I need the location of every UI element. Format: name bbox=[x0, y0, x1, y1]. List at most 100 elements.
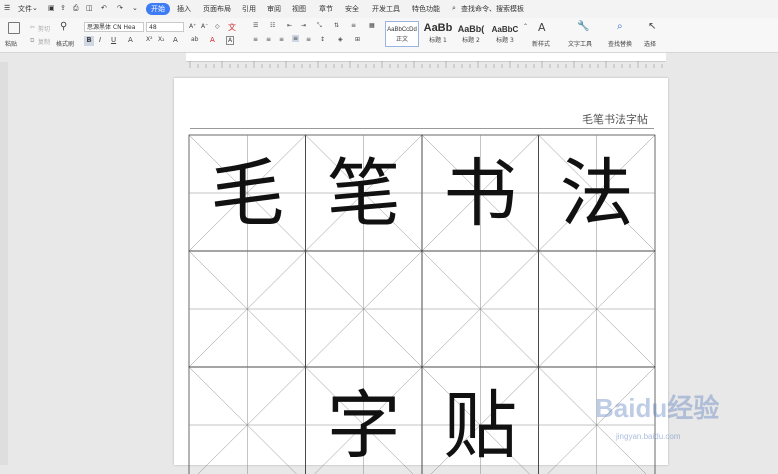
tab-chapter[interactable]: 章节 bbox=[319, 4, 333, 14]
tab-developer[interactable]: 开发工具 bbox=[372, 4, 400, 14]
format-painter-button[interactable]: 格式刷 bbox=[56, 39, 74, 48]
numbered-list-icon[interactable]: ☷ bbox=[270, 22, 275, 29]
watermark-logo: Baidu经验 bbox=[595, 388, 719, 425]
border-icon[interactable]: ⊞ bbox=[355, 36, 360, 43]
style-heading-1[interactable]: AaBb 标题 1 bbox=[421, 21, 455, 47]
align-right-icon[interactable]: ≡ bbox=[279, 36, 284, 43]
preview-icon[interactable]: ◫ bbox=[86, 4, 93, 12]
tab-page-layout[interactable]: 页面布局 bbox=[203, 4, 231, 14]
copy-button[interactable]: 复制 bbox=[38, 37, 50, 46]
sort-icon[interactable]: ⇅ bbox=[334, 22, 339, 29]
format-painter-icon[interactable]: ⚲ bbox=[60, 21, 67, 32]
watermark-brand: Baidu经验 bbox=[595, 393, 720, 423]
font-size-select[interactable]: 48 bbox=[146, 22, 184, 32]
underline-button[interactable]: U bbox=[111, 36, 116, 44]
increase-indent-icon[interactable]: ⇥ bbox=[301, 22, 306, 29]
text-effect-icon[interactable]: A bbox=[173, 36, 178, 44]
highlight-icon[interactable]: ab bbox=[191, 36, 199, 43]
cursor-icon[interactable]: ↖ bbox=[648, 21, 656, 32]
bold-button[interactable]: B bbox=[84, 36, 94, 46]
menu-bar: ☰ 文件 ⌄ ▣ ⇪ ⎙ ◫ ↶ ↷ ⌄ 开始 插入 页面布局 引用 审阅 视图… bbox=[0, 0, 778, 18]
distribute-icon[interactable]: ≡ bbox=[306, 36, 311, 43]
cut-button[interactable]: 剪切 bbox=[38, 24, 50, 33]
select-button[interactable]: 选择 bbox=[644, 39, 656, 48]
justify-icon[interactable]: ≡ bbox=[292, 35, 300, 42]
shading-icon[interactable]: ◈ bbox=[338, 36, 343, 43]
paste-button[interactable]: 粘贴 bbox=[5, 39, 17, 48]
find-replace-icon[interactable]: ⌕ bbox=[617, 21, 623, 32]
print-icon[interactable]: ⎙ bbox=[73, 4, 79, 13]
copy-icon[interactable]: ⧉ bbox=[30, 37, 34, 45]
decrease-indent-icon[interactable]: ⇤ bbox=[287, 22, 292, 29]
calligraphy-character: 字 bbox=[327, 383, 401, 469]
grid-cell bbox=[305, 250, 423, 368]
ribbon-toolbar: 粘贴 ✂ 剪切 ⧉ 复制 ⚲ 格式刷 思源黑体 CN Hea 48 A⁺ A⁻ … bbox=[0, 18, 778, 53]
text-tools-button[interactable]: 文字工具 bbox=[568, 39, 592, 48]
grid-cell: 字 bbox=[305, 366, 423, 474]
paste-icon[interactable] bbox=[8, 22, 20, 34]
command-search[interactable]: 查找命令、搜索模板 bbox=[461, 4, 524, 14]
export-icon[interactable]: ⇪ bbox=[60, 4, 66, 12]
char-border-icon[interactable]: A bbox=[226, 36, 235, 45]
align-center-icon[interactable]: ≡ bbox=[266, 36, 271, 43]
header-divider bbox=[190, 128, 654, 129]
redo-icon[interactable]: ↷ bbox=[117, 4, 123, 12]
more-icon[interactable]: ⌄ bbox=[132, 4, 138, 12]
calligraphy-character: 毛 bbox=[210, 151, 284, 237]
ruler-ticks bbox=[189, 61, 663, 68]
grid-cell: 笔 bbox=[305, 134, 423, 252]
style-heading-3[interactable]: AaBbC 标题 3 bbox=[487, 21, 523, 47]
tab-view[interactable]: 视图 bbox=[292, 4, 306, 14]
font-color-icon[interactable]: A bbox=[210, 36, 215, 44]
calligraphy-character: 贴 bbox=[443, 383, 517, 469]
grid-cell: 法 bbox=[538, 134, 656, 252]
italic-button[interactable]: I bbox=[99, 36, 101, 44]
find-replace-button[interactable]: 查找替换 bbox=[608, 39, 632, 48]
text-direction-icon[interactable]: ⤡ bbox=[317, 22, 322, 30]
calligraphy-character: 笔 bbox=[327, 151, 401, 237]
wrench-icon[interactable]: 🔧 bbox=[577, 21, 589, 32]
grow-font-icon[interactable]: A⁺ bbox=[189, 23, 196, 30]
pinyin-icon[interactable]: 文 bbox=[228, 22, 236, 33]
file-menu[interactable]: 文件 bbox=[18, 4, 32, 14]
bullet-list-icon[interactable]: ☰ bbox=[253, 22, 258, 29]
new-style-icon[interactable]: A bbox=[538, 21, 546, 34]
vertical-ruler[interactable] bbox=[0, 62, 8, 465]
line-spacing-icon[interactable]: ≡ bbox=[351, 22, 356, 29]
paragraph-spacing-icon[interactable]: ↕ bbox=[320, 36, 325, 43]
chevron-down-icon[interactable]: ⌄ bbox=[32, 4, 38, 12]
tab-review[interactable]: 审阅 bbox=[267, 4, 281, 14]
new-style-button[interactable]: 新样式 bbox=[532, 39, 550, 48]
table-icon[interactable]: ▦ bbox=[369, 22, 375, 29]
tab-security[interactable]: 安全 bbox=[345, 4, 359, 14]
subscript-button[interactable]: X₂ bbox=[158, 36, 165, 43]
grid-cell: 贴 bbox=[421, 366, 539, 474]
calligraphy-grid: 毛笔书法字贴 bbox=[188, 134, 656, 474]
undo-icon[interactable]: ↶ bbox=[101, 4, 107, 12]
horizontal-ruler[interactable] bbox=[186, 53, 666, 68]
tab-references[interactable]: 引用 bbox=[242, 4, 256, 14]
style-heading-2[interactable]: AaBb( 标题 2 bbox=[455, 21, 487, 47]
save-icon[interactable]: ▣ bbox=[48, 4, 55, 12]
tab-features[interactable]: 特色功能 bbox=[412, 4, 440, 14]
align-left-icon[interactable]: ≡ bbox=[253, 36, 258, 43]
menu-icon[interactable]: ☰ bbox=[4, 4, 10, 12]
document-page[interactable]: 毛笔书法字帖 毛笔书法字贴 bbox=[174, 78, 668, 474]
tab-home[interactable]: 开始 bbox=[146, 3, 170, 15]
superscript-button[interactable]: X² bbox=[146, 36, 153, 43]
grid-cell bbox=[538, 250, 656, 368]
search-icon[interactable]: ⌕ bbox=[452, 4, 456, 13]
watermark-url: jingyan.baidu.com bbox=[616, 432, 681, 441]
scissors-icon[interactable]: ✂ bbox=[30, 24, 35, 31]
clear-format-icon[interactable]: ◇ bbox=[215, 23, 220, 30]
font-name-select[interactable]: 思源黑体 CN Hea bbox=[84, 22, 144, 32]
page-header: 毛笔书法字帖 bbox=[582, 113, 648, 126]
style-normal[interactable]: AaBbCcDd 正文 bbox=[385, 21, 419, 47]
shrink-font-icon[interactable]: A⁻ bbox=[201, 23, 208, 30]
calligraphy-character: 法 bbox=[560, 151, 634, 237]
styles-scroll-icon[interactable]: ⌃ bbox=[523, 23, 528, 30]
tab-insert[interactable]: 插入 bbox=[177, 4, 191, 14]
grid-cell: 毛 bbox=[188, 134, 306, 252]
strikethrough-button[interactable]: A bbox=[128, 36, 133, 44]
grid-cell bbox=[188, 250, 306, 368]
